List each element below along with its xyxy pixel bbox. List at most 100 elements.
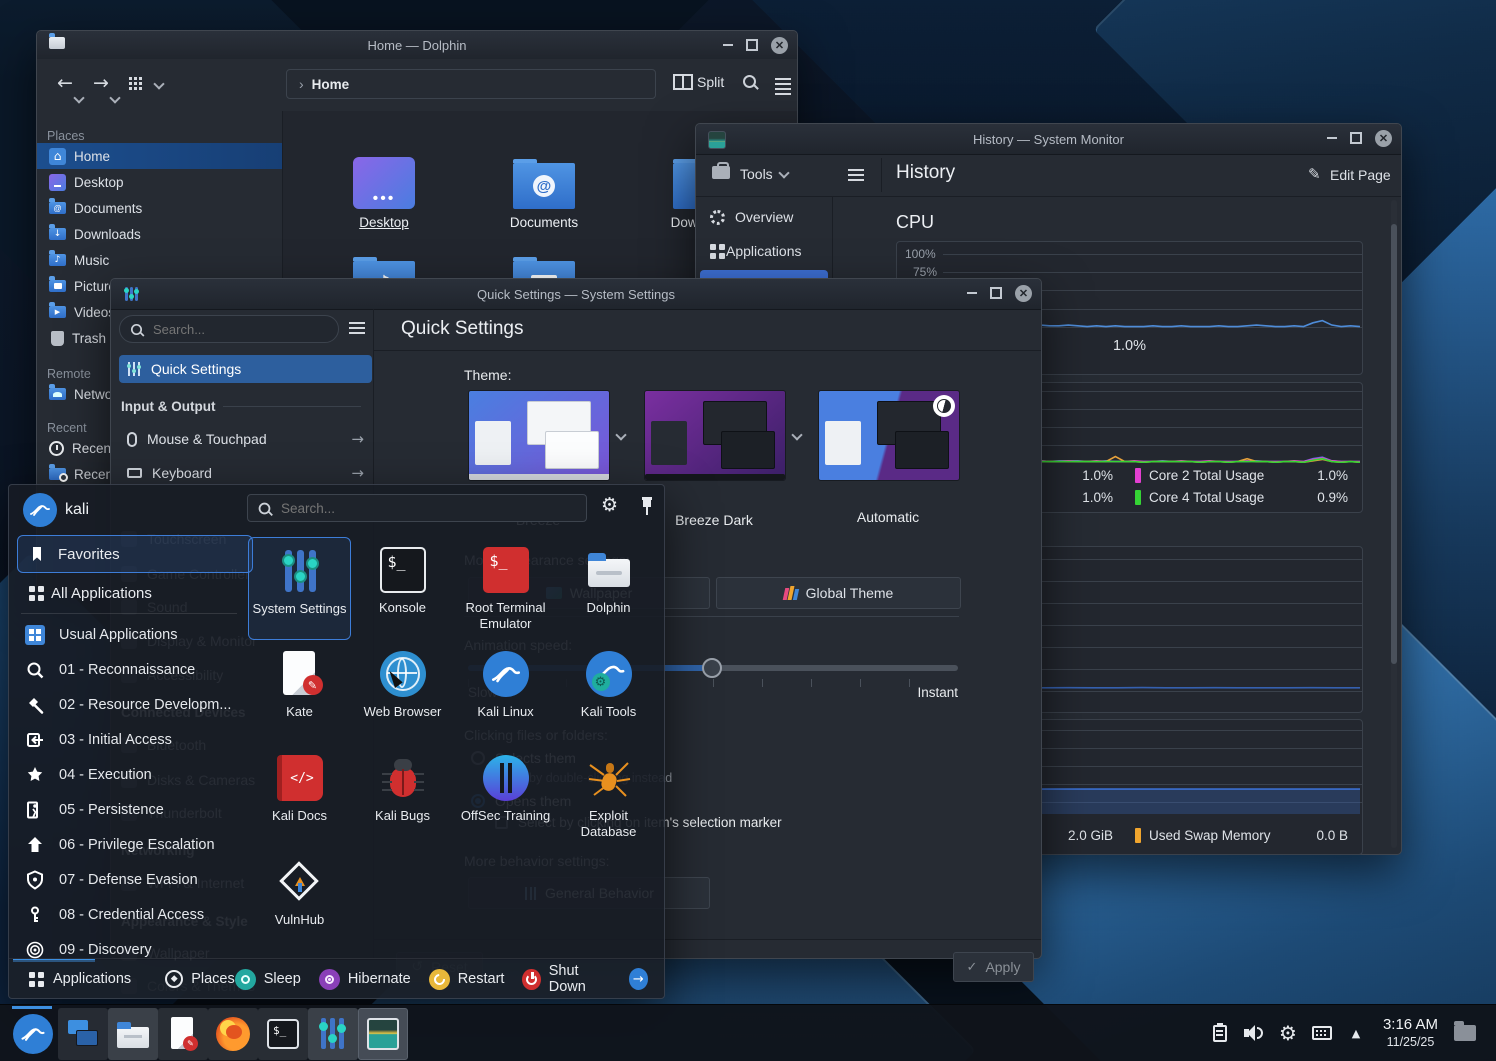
theme-thumbnail-breeze[interactable]	[468, 390, 610, 481]
sidebar-item-overview[interactable]: Overview	[696, 200, 832, 234]
breadcrumb[interactable]: › Home	[286, 69, 656, 99]
app-kali-tools[interactable]: ⚙ Kali Tools	[557, 641, 660, 744]
sidebar-item-keyboard[interactable]: Keyboard →	[119, 459, 372, 487]
theme-thumbnail-breeze-dark[interactable]	[644, 390, 786, 481]
maximize-icon[interactable]	[746, 39, 758, 51]
forward-icon[interactable]: →	[93, 72, 109, 94]
clipboard-icon[interactable]	[1203, 1013, 1237, 1053]
category-05-persistence[interactable]: 05 - Persistence	[17, 792, 249, 827]
global-theme-button[interactable]: Global Theme	[716, 577, 961, 609]
user-avatar[interactable]	[23, 493, 57, 527]
footer-action-shutdown[interactable]: Shut Down	[522, 963, 610, 995]
breeze-dark-dropdown-icon[interactable]	[791, 429, 802, 440]
task-konsole[interactable]: $_	[258, 1008, 308, 1060]
tools-dropdown-icon[interactable]	[778, 167, 789, 178]
footer-action-hibernate[interactable]: Hibernate	[319, 969, 411, 990]
launcher-nav-all-applications[interactable]: All Applications	[17, 575, 251, 611]
tray-settings-icon[interactable]: ⚙	[1271, 1013, 1305, 1053]
sidebar-item-quick-settings[interactable]: Quick Settings	[119, 355, 372, 383]
sysmon-titlebar[interactable]: History — System Monitor ✕	[696, 124, 1401, 155]
volume-icon[interactable]	[1237, 1013, 1271, 1053]
category-usual-applications[interactable]: Usual Applications	[17, 617, 249, 652]
edit-page-icon[interactable]: ✎	[1308, 165, 1321, 183]
places-item-home[interactable]: ⌂Home	[37, 143, 282, 169]
panel-toolbox-icon[interactable]	[1448, 1013, 1482, 1053]
launcher-search-field[interactable]	[247, 494, 587, 522]
app-exploit-database[interactable]: Exploit Database	[557, 745, 660, 848]
category-07-defense-evasion[interactable]: 07 - Defense Evasion	[17, 862, 249, 897]
tray-keyboard-icon[interactable]	[1305, 1013, 1339, 1053]
kali-menu-button[interactable]	[8, 1008, 58, 1060]
settings-search-input[interactable]	[151, 321, 315, 338]
task-system-monitor[interactable]	[358, 1008, 408, 1060]
search-icon[interactable]	[743, 75, 756, 88]
close-icon[interactable]: ✕	[771, 37, 788, 54]
dolphin-titlebar[interactable]: Home — Dolphin ✕	[37, 31, 797, 60]
settings-search-field[interactable]	[119, 315, 339, 343]
category-06-privilege-escalation[interactable]: 06 - Privilege Escalation	[17, 827, 249, 862]
places-item-music[interactable]: ♪Music	[37, 247, 282, 273]
view-mode-icon[interactable]	[129, 77, 132, 80]
app-system-settings[interactable]: System Settings	[248, 537, 351, 640]
launcher-search-input[interactable]	[279, 500, 553, 517]
close-icon[interactable]: ✕	[1015, 285, 1032, 302]
maximize-icon[interactable]	[1350, 132, 1362, 144]
breadcrumb-item-home[interactable]: Home	[312, 77, 350, 92]
edit-page-button[interactable]: Edit Page	[1330, 167, 1391, 183]
menu-icon[interactable]	[775, 83, 791, 85]
footer-action-sleep[interactable]: Sleep	[235, 969, 301, 990]
footer-tab-applications[interactable]: Applications	[29, 971, 131, 987]
pin-icon[interactable]	[640, 497, 654, 517]
category-08-credential-access[interactable]: 08 - Credential Access	[17, 897, 249, 932]
sidebar-hamburger-icon[interactable]	[349, 327, 365, 329]
leave-session-icon[interactable]: →	[629, 968, 648, 990]
virtual-desktop-pager[interactable]	[58, 1008, 108, 1060]
theme-thumbnail-automatic[interactable]	[818, 390, 960, 481]
maximize-icon[interactable]	[990, 287, 1002, 299]
app-kate[interactable]: ✎ Kate	[248, 641, 351, 744]
slider-handle[interactable]	[702, 658, 722, 678]
places-item-documents[interactable]: @Documents	[37, 195, 282, 221]
split-label[interactable]: Split	[697, 74, 724, 90]
app-vulnhub[interactable]: VulnHub	[248, 849, 351, 952]
footer-action-restart[interactable]: Restart	[429, 969, 505, 990]
minimize-icon[interactable]	[1327, 137, 1337, 139]
app-kali-bugs[interactable]: Kali Bugs	[351, 745, 454, 848]
app-root-terminal[interactable]: $_ Root Terminal Emulator	[454, 537, 557, 640]
launcher-nav-favorites[interactable]: Favorites	[17, 535, 253, 573]
task-system-settings[interactable]	[308, 1008, 358, 1060]
clock[interactable]: 3:16 AM 11/25/25	[1383, 1016, 1438, 1050]
category-04-execution[interactable]: 04 - Execution	[17, 757, 249, 792]
app-web-browser[interactable]: Web Browser	[351, 641, 454, 744]
scrollbar[interactable]	[1391, 200, 1397, 848]
task-kate[interactable]: ✎	[158, 1008, 208, 1060]
tools-menu[interactable]: Tools	[740, 166, 773, 182]
view-mode-dropdown-icon[interactable]	[153, 78, 164, 89]
places-item-downloads[interactable]: ↓Downloads	[37, 221, 282, 247]
category-01-reconnaissance[interactable]: 01 - Reconnaissance	[17, 652, 249, 687]
breeze-dropdown-icon[interactable]	[615, 429, 626, 440]
task-dolphin[interactable]	[108, 1008, 158, 1060]
task-firefox[interactable]	[208, 1008, 258, 1060]
tray-expand-icon[interactable]: ▲	[1339, 1013, 1373, 1053]
sidebar-item-mouse-touchpad[interactable]: Mouse & Touchpad →	[119, 425, 372, 453]
category-03-initial-access[interactable]: 03 - Initial Access	[17, 722, 249, 757]
back-icon[interactable]: ←	[57, 72, 73, 94]
settings-titlebar[interactable]: Quick Settings — System Settings ✕	[111, 279, 1041, 310]
app-kali-docs[interactable]: </> Kali Docs	[248, 745, 351, 848]
app-offsec-training[interactable]: OffSec Training	[454, 745, 557, 848]
places-item-desktop[interactable]: Desktop	[37, 169, 282, 195]
footer-tab-places[interactable]: ◆ Places	[165, 970, 235, 988]
sidebar-menu-icon[interactable]	[848, 174, 864, 176]
minimize-icon[interactable]	[967, 292, 977, 294]
scrollbar-thumb[interactable]	[1391, 224, 1397, 664]
app-konsole[interactable]: $_ Konsole	[351, 537, 454, 640]
app-kali-linux[interactable]: Kali Linux	[454, 641, 557, 744]
apply-button[interactable]: ✓ Apply	[953, 952, 1034, 982]
category-02-resource-development[interactable]: 02 - Resource Developm...	[17, 687, 249, 722]
folder-tile-documents[interactable]: @ Documents	[499, 157, 589, 230]
folder-tile-desktop[interactable]: ••• Desktop	[339, 157, 429, 230]
minimize-icon[interactable]	[723, 44, 733, 46]
sidebar-item-applications[interactable]: Applications	[696, 234, 832, 268]
configure-icon[interactable]: ⚙	[601, 494, 618, 516]
